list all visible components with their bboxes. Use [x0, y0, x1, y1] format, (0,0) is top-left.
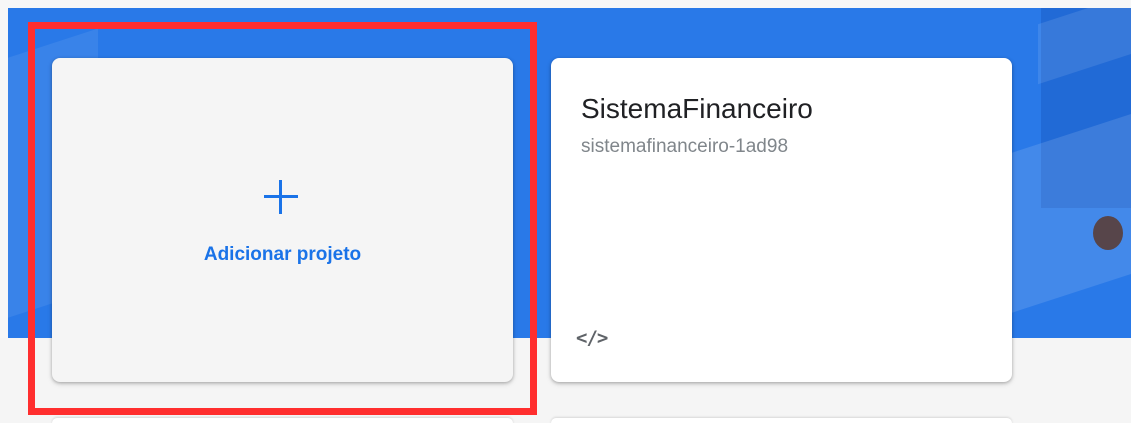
add-project-card[interactable]	[52, 58, 513, 382]
project-name: SistemaFinanceiro	[581, 93, 813, 124]
project-id: sistemafinanceiro-1ad98	[581, 136, 789, 157]
code-icon: </>	[576, 327, 608, 349]
add-project-label[interactable]: Adicionar projeto	[52, 244, 513, 266]
plus-icon[interactable]	[264, 180, 298, 214]
hero-illustration	[1093, 216, 1123, 250]
card-peek	[52, 418, 513, 423]
card-peek	[551, 418, 1012, 423]
project-overview-page: Adicionar projeto SistemaFinanceiro sist…	[0, 0, 1131, 423]
